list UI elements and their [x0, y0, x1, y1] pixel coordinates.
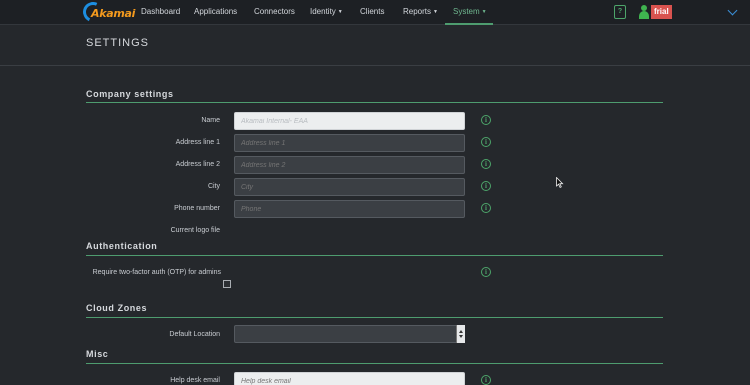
logo-file-label: Current logo file — [170, 227, 220, 234]
section-divider-authentication — [86, 255, 663, 256]
address1-label: Address line 1 — [175, 139, 220, 146]
section-divider-cloud-zones — [86, 317, 663, 318]
nav-active-indicator — [445, 23, 493, 25]
company-name-field[interactable] — [234, 112, 465, 130]
section-divider-misc — [86, 363, 663, 364]
section-title-company: Company settings — [86, 89, 174, 99]
nav-connectors[interactable]: Connectors — [254, 0, 295, 24]
info-icon[interactable]: i — [481, 181, 491, 191]
page-title: SETTINGS — [86, 37, 150, 49]
help-desk-email-label: Help desk email — [170, 377, 220, 384]
address-line-1-field[interactable] — [234, 134, 465, 152]
address-line-2-field[interactable] — [234, 156, 465, 174]
nav-reports-label: Reports — [403, 7, 432, 16]
user-icon-body — [639, 11, 649, 19]
nav-identity-label: Identity — [310, 7, 336, 16]
name-label: Name — [201, 117, 220, 124]
user-name-badge[interactable]: frial — [651, 5, 672, 19]
info-icon[interactable]: i — [481, 159, 491, 169]
logo-text: Akamai — [91, 7, 136, 20]
nav-system-label: System — [453, 7, 480, 16]
nav-clients[interactable]: Clients — [360, 0, 384, 24]
mouse-cursor-icon — [556, 177, 564, 188]
caret-down-icon: ▼ — [433, 9, 438, 15]
section-divider-company — [86, 102, 663, 103]
city-field[interactable] — [234, 178, 465, 196]
nav-reports[interactable]: Reports ▼ — [403, 0, 438, 24]
info-icon[interactable]: i — [481, 137, 491, 147]
city-label: City — [207, 183, 220, 190]
help-desk-email-field[interactable] — [234, 372, 465, 385]
default-location-select[interactable] — [234, 325, 465, 343]
phone-field[interactable] — [234, 200, 465, 218]
otp-label: Require two-factor auth (OTP) for admins — [92, 269, 221, 276]
info-icon[interactable]: i — [481, 115, 491, 125]
section-title-misc: Misc — [86, 349, 109, 359]
user-icon[interactable] — [638, 5, 650, 19]
caret-down-icon: ▼ — [337, 9, 343, 15]
info-icon[interactable]: i — [481, 203, 491, 213]
default-location-label: Default Location — [169, 331, 220, 338]
otp-checkbox[interactable] — [223, 280, 231, 288]
nav-applications[interactable]: Applications — [194, 0, 237, 24]
chevron-down-icon[interactable] — [727, 5, 739, 17]
phone-label: Phone number — [174, 205, 220, 212]
nav-system[interactable]: System ▼ — [453, 0, 487, 24]
caret-down-icon: ▼ — [481, 9, 487, 15]
header-divider — [0, 65, 750, 66]
info-icon[interactable]: i — [481, 267, 491, 277]
section-title-authentication: Authentication — [86, 241, 158, 251]
address2-label: Address line 2 — [175, 161, 220, 168]
info-icon[interactable]: i — [481, 375, 491, 385]
select-arrows-icon[interactable] — [456, 325, 465, 343]
akamai-logo[interactable]: Akamai — [80, 0, 135, 25]
nav-dashboard[interactable]: Dashboard — [141, 0, 180, 24]
section-title-cloud-zones: Cloud Zones — [86, 303, 148, 313]
help-book-icon[interactable]: ? — [614, 5, 626, 19]
nav-identity[interactable]: Identity ▼ — [310, 0, 343, 24]
top-navbar: Akamai Dashboard Applications Connectors… — [0, 0, 750, 25]
